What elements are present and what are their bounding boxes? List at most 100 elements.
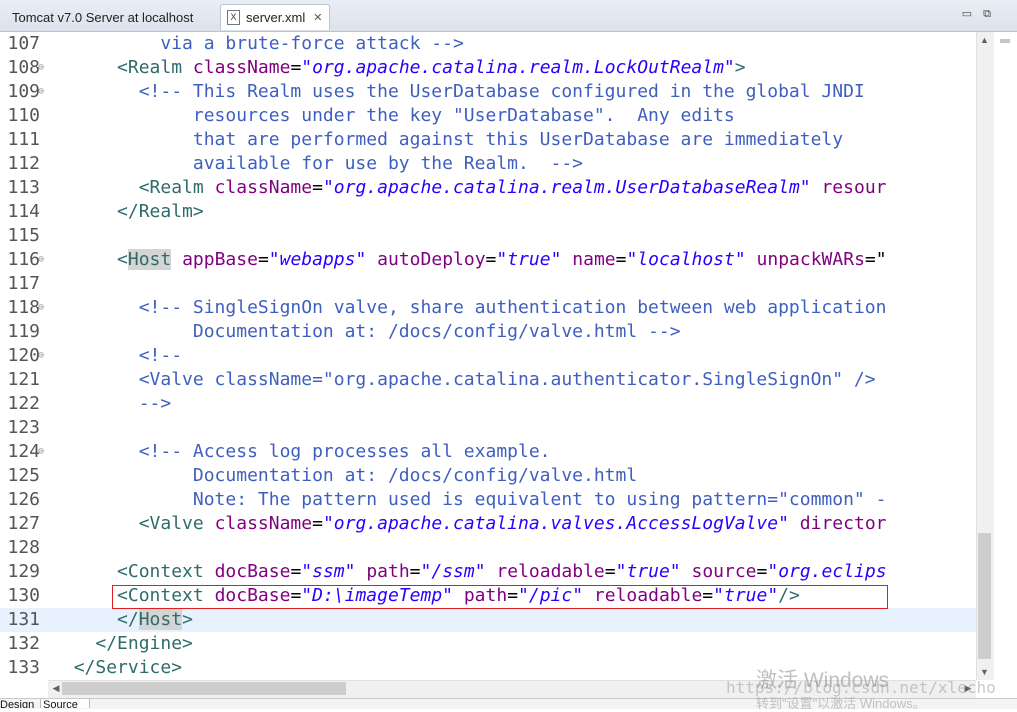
scroll-left-arrow-icon[interactable]: ◀ — [50, 682, 62, 695]
code-text: </Engine> — [52, 632, 193, 656]
code-token: <!-- Access log processes all example. — [52, 441, 551, 462]
code-line[interactable]: 131 </Host> — [0, 608, 976, 632]
line-number: 123 — [7, 417, 40, 438]
code-line[interactable]: 118 ⊖ <!-- SingleSignOn valve, share auth… — [0, 296, 976, 320]
code-line[interactable]: 123 — [0, 416, 976, 440]
code-line[interactable]: 122 --> — [0, 392, 976, 416]
code-text: Documentation at: /docs/config/valve.htm… — [52, 464, 637, 488]
code-token: "/ssm" — [420, 561, 486, 582]
line-number: 114 — [7, 201, 40, 222]
code-line[interactable]: 124 ⊖ <!-- Access log processes all examp… — [0, 440, 976, 464]
code-line[interactable]: 110 resources under the key "UserDatabas… — [0, 104, 976, 128]
code-token: = — [615, 249, 627, 270]
horizontal-scrollbar-thumb[interactable] — [62, 682, 346, 695]
code-line[interactable]: 121 <Valve className="org.apache.catalin… — [0, 368, 976, 392]
code-line[interactable]: 108 ⊖ <Realm className="org.apache.catali… — [0, 56, 976, 80]
code-token: "org.apache.catalina.valves.AccessLogVal… — [322, 513, 789, 534]
fold-toggle-icon[interactable]: ⊖ — [38, 296, 44, 320]
code-token: <!-- SingleSignOn valve, share authentic… — [52, 297, 887, 318]
code-token: </ — [117, 609, 139, 630]
tab-design[interactable]: Design — [0, 699, 38, 708]
code-token: <!-- — [52, 345, 183, 366]
line-number: 108 — [7, 57, 40, 78]
code-line[interactable]: 117 — [0, 272, 976, 296]
code-line[interactable]: 116 ⊖ <Host appBase="webapps" autoDeploy=… — [0, 248, 976, 272]
code-text: <!-- — [52, 344, 182, 368]
code-line[interactable]: 107 via a brute-force attack --> — [0, 32, 976, 56]
line-number: 115 — [7, 225, 40, 246]
code-line[interactable]: 119 Documentation at: /docs/config/valve… — [0, 320, 976, 344]
vertical-scrollbar-thumb[interactable] — [978, 533, 991, 659]
code-line[interactable]: 125 Documentation at: /docs/config/valve… — [0, 464, 976, 488]
code-line[interactable]: 111 that are performed against this User… — [0, 128, 976, 152]
fold-toggle-icon[interactable]: ⊖ — [38, 56, 44, 80]
close-icon[interactable]: ✕ — [313, 11, 322, 24]
code-text: <Host appBase="webapps" autoDeploy="true… — [52, 248, 887, 272]
line-number: 125 — [7, 465, 40, 486]
line-number: 131 — [7, 609, 40, 630]
code-token: resources under the key "UserDatabase". … — [52, 105, 735, 126]
code-line[interactable]: 128 — [0, 536, 976, 560]
editor-tab-bar: Tomcat v7.0 Server at localhost X server… — [0, 0, 1017, 32]
tab-server-xml[interactable]: X server.xml ✕ — [220, 4, 330, 30]
code-text: <!-- This Realm uses the UserDatabase co… — [52, 80, 865, 104]
code-line[interactable]: 132 </Engine> — [0, 632, 976, 656]
code-line[interactable]: 114 </Realm> — [0, 200, 976, 224]
fold-toggle-icon[interactable]: ⊖ — [38, 344, 44, 368]
tab-source[interactable]: Source — [40, 699, 90, 708]
code-text: <!-- Access log processes all example. — [52, 440, 551, 464]
line-number: 132 — [7, 633, 40, 654]
code-line[interactable]: 109 ⊖ <!-- This Realm uses the UserDataba… — [0, 80, 976, 104]
code-token: Documentation at: /docs/config/valve.htm… — [52, 465, 638, 486]
code-line[interactable]: 120 ⊖ <!-- — [0, 344, 976, 368]
fold-toggle-icon[interactable]: ⊖ — [38, 248, 44, 272]
code-token: <Realm — [138, 177, 215, 198]
tab-tomcat-server[interactable]: Tomcat v7.0 Server at localhost — [0, 4, 218, 30]
minimize-icon[interactable]: ▭ — [960, 8, 974, 20]
code-line[interactable]: 127 <Valve className="org.apache.catalin… — [0, 512, 976, 536]
code-line[interactable]: 126 Note: The pattern used is equivalent… — [0, 488, 976, 512]
fold-toggle-icon[interactable]: ⊖ — [38, 440, 44, 464]
fold-toggle-icon[interactable]: ⊖ — [38, 80, 44, 104]
code-token: appBase — [182, 249, 258, 270]
line-number: 113 — [7, 177, 40, 198]
code-token: Host — [127, 249, 172, 270]
code-token: director — [799, 513, 887, 534]
scroll-up-arrow-icon[interactable]: ▲ — [978, 34, 991, 46]
code-editor[interactable]: 107 via a brute-force attack --> 108 ⊖ <Re… — [0, 32, 976, 680]
xml-file-icon: X — [227, 10, 240, 25]
overview-ruler-mark[interactable] — [1000, 39, 1010, 43]
code-token: = — [257, 249, 269, 270]
code-line[interactable]: 113 <Realm className="org.apache.catalin… — [0, 176, 976, 200]
code-token: unpackWARs — [756, 249, 865, 270]
restore-icon[interactable]: ⧉ — [980, 8, 994, 20]
code-token: = — [312, 177, 323, 198]
code-text: <Valve className="org.apache.catalina.au… — [52, 368, 876, 392]
code-token: = — [290, 561, 302, 582]
code-line[interactable]: 129 <Context docBase="ssm" path="/ssm" r… — [0, 560, 976, 584]
tab-tomcat-server-label: Tomcat v7.0 Server at localhost — [12, 9, 194, 25]
code-token: = — [756, 561, 768, 582]
line-number: 110 — [7, 105, 40, 126]
code-line[interactable]: 115 — [0, 224, 976, 248]
code-token: "webapps" — [268, 249, 367, 270]
scroll-down-arrow-icon[interactable]: ▼ — [978, 666, 991, 678]
code-token: = — [312, 513, 323, 534]
code-text: that are performed against this UserData… — [52, 128, 843, 152]
code-text: <Realm className="org.apache.catalina.re… — [52, 176, 887, 200]
code-token: autoDeploy — [377, 249, 486, 270]
code-token: that are performed against this UserData… — [52, 129, 844, 150]
activate-windows-hint: 转到"设置"以激活 Windows。 — [756, 696, 926, 711]
code-token: > — [182, 609, 193, 630]
code-line[interactable]: 112 available for use by the Realm. --> — [0, 152, 976, 176]
